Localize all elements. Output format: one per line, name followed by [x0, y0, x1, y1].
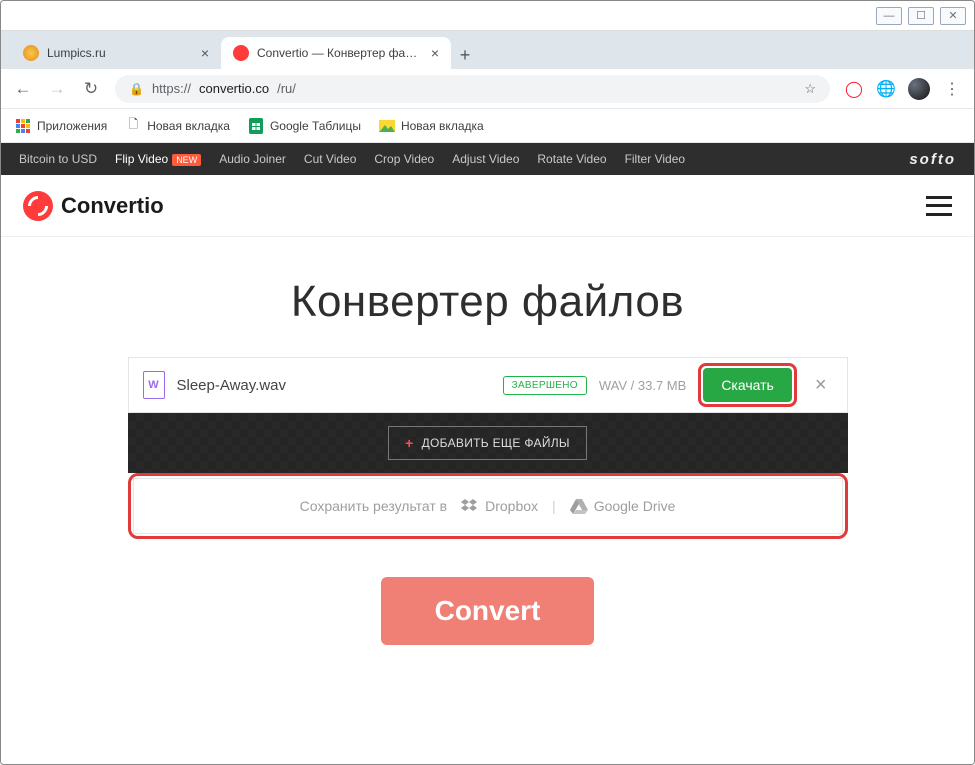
softo-topbar: Bitcoin to USD Flip VideoNEW Audio Joine… [1, 143, 974, 175]
lock-icon: 🔒 [129, 82, 144, 96]
softo-item[interactable]: Filter Video [625, 152, 685, 166]
star-icon[interactable]: ☆ [804, 81, 816, 97]
softo-item[interactable]: Flip VideoNEW [115, 152, 201, 166]
window-minimize[interactable]: — [876, 7, 902, 25]
window-titlebar: — ☐ ✕ [1, 1, 974, 31]
address-bar: ← → ↻ 🔒 https:// convertio.co/ru/ ☆ ◯ 🌐 ⋮ [1, 69, 974, 109]
profile-avatar[interactable] [908, 78, 930, 100]
file-icon: 🗋 [125, 118, 141, 134]
menu-icon[interactable] [926, 196, 952, 216]
forward-button[interactable]: → [47, 79, 67, 99]
save-dropbox[interactable]: Dropbox [461, 498, 538, 514]
site-header: Convertio [1, 175, 974, 237]
opera-icon[interactable]: ◯ [844, 79, 864, 99]
bookmark-label: Google Таблицы [270, 119, 361, 133]
filetype-icon: W [143, 371, 165, 399]
favicon-icon [23, 45, 39, 61]
window-close[interactable]: ✕ [940, 7, 966, 25]
page-title: Конвертер файлов [1, 277, 974, 327]
close-tab-icon[interactable]: × [431, 45, 439, 61]
add-more-files-button[interactable]: + ДОБАВИТЬ ЕЩЕ ФАЙЛЫ [388, 426, 587, 460]
file-name: Sleep-Away.wav [177, 377, 491, 394]
url-host: convertio.co [199, 81, 269, 96]
url-scheme: https:// [152, 81, 191, 96]
window-maximize[interactable]: ☐ [908, 7, 934, 25]
download-button[interactable]: Скачать [703, 368, 792, 402]
tab-strip: Lumpics.ru × Convertio — Конвертер файло… [1, 31, 974, 69]
dropbox-icon [461, 499, 479, 513]
bookmark-newtab-2[interactable]: Новая вкладка [379, 118, 484, 134]
sheets-icon [248, 118, 264, 134]
convertio-logo[interactable]: Convertio [23, 191, 164, 221]
hero: Конвертер файлов [1, 237, 974, 357]
globe-icon[interactable]: 🌐 [876, 79, 896, 99]
logo-text: Convertio [61, 193, 164, 219]
toolbar-right: ◯ 🌐 ⋮ [844, 78, 962, 100]
divider: | [552, 498, 556, 514]
softo-item[interactable]: Audio Joiner [219, 152, 286, 166]
file-row: W Sleep-Away.wav ЗАВЕРШЕНО WAV / 33.7 MB… [128, 357, 848, 413]
highlight-download: Скачать [698, 363, 797, 407]
tab-convertio[interactable]: Convertio — Конвертер файлов × [221, 37, 451, 69]
converter-panel: W Sleep-Away.wav ЗАВЕРШЕНО WAV / 33.7 MB… [128, 357, 848, 539]
bookmark-apps[interactable]: Приложения [15, 118, 107, 134]
browser-window: — ☐ ✕ Lumpics.ru × Convertio — Конвертер… [0, 0, 975, 765]
tab-lumpics[interactable]: Lumpics.ru × [11, 37, 221, 69]
new-badge: NEW [172, 154, 201, 166]
save-options: Сохранить результат в Dropbox | Google D… [133, 478, 843, 534]
status-badge: ЗАВЕРШЕНО [503, 376, 587, 395]
softo-item[interactable]: Adjust Video [452, 152, 519, 166]
bookmark-label: Новая вкладка [147, 119, 230, 133]
bookmarks-bar: Приложения 🗋 Новая вкладка Google Таблиц… [1, 109, 974, 143]
gdrive-icon [570, 499, 588, 514]
bookmark-sheets[interactable]: Google Таблицы [248, 118, 361, 134]
bookmark-label: Новая вкладка [401, 119, 484, 133]
image-icon [379, 118, 395, 134]
softo-item[interactable]: Crop Video [374, 152, 434, 166]
kebab-menu-icon[interactable]: ⋮ [942, 79, 962, 99]
softo-item[interactable]: Bitcoin to USD [19, 152, 97, 166]
convert-wrap: Convert [1, 539, 974, 683]
remove-file-icon[interactable]: × [809, 374, 833, 397]
page-content: Bitcoin to USD Flip VideoNEW Audio Joine… [1, 143, 974, 764]
convert-button[interactable]: Convert [381, 577, 595, 645]
reload-button[interactable]: ↻ [81, 79, 101, 99]
plus-icon: + [405, 435, 413, 451]
omnibox[interactable]: 🔒 https:// convertio.co/ru/ ☆ [115, 75, 830, 103]
softo-brand: softo [909, 151, 956, 168]
tab-title: Convertio — Конвертер файлов [257, 46, 423, 60]
close-tab-icon[interactable]: × [201, 45, 209, 61]
save-label: Сохранить результат в [300, 498, 448, 514]
new-tab-button[interactable]: + [451, 41, 479, 69]
save-google-drive[interactable]: Google Drive [570, 498, 676, 514]
file-info: WAV / 33.7 MB [599, 378, 686, 393]
back-button[interactable]: ← [13, 79, 33, 99]
logo-icon [23, 191, 53, 221]
bookmark-newtab-1[interactable]: 🗋 Новая вкладка [125, 118, 230, 134]
url-path: /ru/ [277, 81, 296, 96]
bookmark-label: Приложения [37, 119, 107, 133]
add-more-label: ДОБАВИТЬ ЕЩЕ ФАЙЛЫ [422, 436, 570, 450]
softo-item[interactable]: Cut Video [304, 152, 356, 166]
highlight-save-options: Сохранить результат в Dropbox | Google D… [128, 473, 848, 539]
add-more-bar: + ДОБАВИТЬ ЕЩЕ ФАЙЛЫ [128, 413, 848, 473]
tab-title: Lumpics.ru [47, 46, 193, 60]
favicon-icon [233, 45, 249, 61]
apps-icon [15, 118, 31, 134]
softo-item[interactable]: Rotate Video [537, 152, 606, 166]
